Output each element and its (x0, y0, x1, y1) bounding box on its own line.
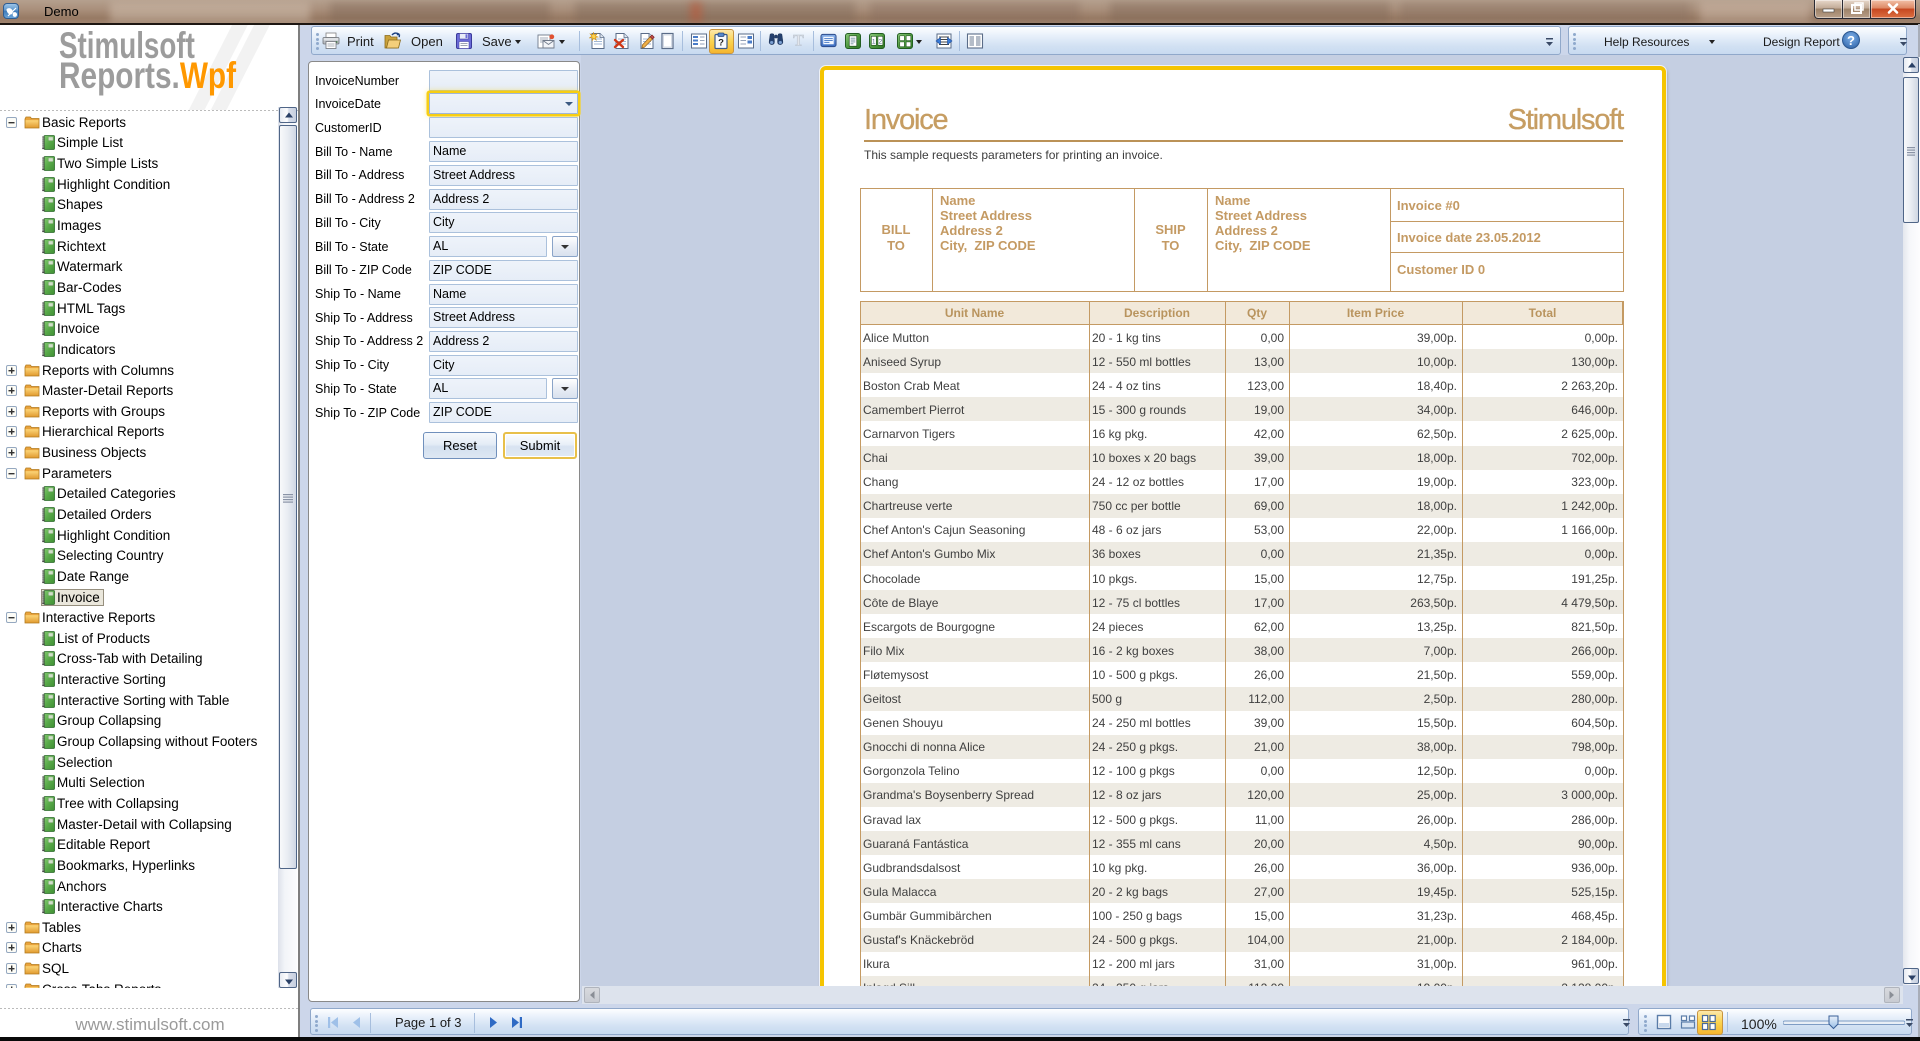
svg-text:1: 1 (872, 38, 876, 45)
svg-text:?: ? (718, 38, 724, 49)
svg-text:2: 2 (878, 38, 882, 45)
svg-text:T: T (793, 33, 804, 49)
